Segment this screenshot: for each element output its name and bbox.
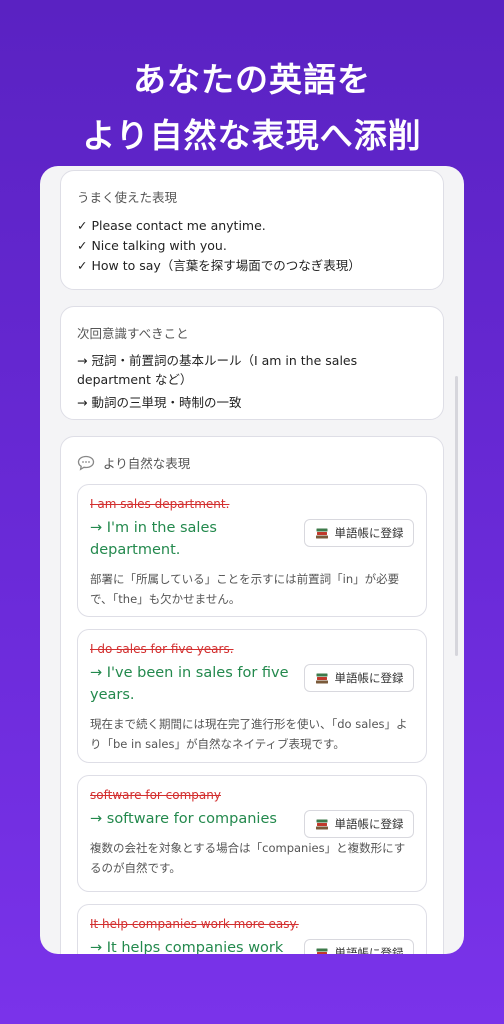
correction-row: → I'm in the sales department. 単語帳に登録	[90, 517, 414, 561]
original-sentence: software for company	[90, 788, 221, 802]
register-vocabulary-button[interactable]: 単語帳に登録	[304, 519, 414, 547]
scrollbar[interactable]	[455, 376, 458, 656]
books-icon	[315, 946, 329, 954]
good-expressions-list: ✓ Please contact me anytime. ✓ Nice talk…	[77, 216, 427, 276]
correction-row: → It helps companies work 単語帳に登録	[90, 937, 414, 954]
correction-explanation: 部署に「所属している」ことを示すには前置詞「in」が必要で、「the」も欠かせま…	[90, 572, 400, 606]
app-screen: うまく使えた表現 ✓ Please contact me anytime. ✓ …	[40, 166, 464, 954]
register-vocabulary-label: 単語帳に登録	[334, 671, 404, 685]
correction-item: software for company → software for comp…	[77, 775, 427, 892]
register-vocabulary-label: 単語帳に登録	[334, 817, 404, 831]
next-focus-list: → 冠詞・前置詞の基本ルール（I am in the sales departm…	[77, 351, 427, 412]
correction-item: It help companies work more easy. → It h…	[77, 904, 427, 954]
corrected-sentence: → It helps companies work	[90, 940, 284, 954]
original-sentence: I do sales for five years.	[90, 642, 234, 656]
correction-item: I do sales for five years. → I've been i…	[77, 629, 427, 763]
next-focus-item: → 動詞の三単現・時制の一致	[77, 395, 242, 410]
next-focus-card: 次回意識すべきこと → 冠詞・前置詞の基本ルール（I am in the sal…	[60, 306, 444, 420]
correction-row: → software for companies 単語帳に登録	[90, 808, 414, 838]
original-sentence: I am sales department.	[90, 497, 230, 511]
books-icon	[315, 671, 329, 685]
correction-row: → I've been in sales for five years. 単語帳…	[90, 662, 414, 706]
natural-expressions-header: より自然な表現	[77, 453, 427, 472]
next-focus-title: 次回意識すべきこと	[77, 326, 189, 341]
good-expressions-card: うまく使えた表現 ✓ Please contact me anytime. ✓ …	[60, 170, 444, 290]
natural-expressions-card: より自然な表現 I am sales department. → I'm in …	[60, 436, 444, 954]
natural-expressions-title: より自然な表現	[103, 456, 191, 471]
good-expressions-title: うまく使えた表現	[77, 190, 178, 205]
original-sentence: It help companies work more easy.	[90, 917, 299, 931]
books-icon	[315, 817, 329, 831]
books-icon	[315, 526, 329, 540]
feedback-scroll-area[interactable]: うまく使えた表現 ✓ Please contact me anytime. ✓ …	[40, 166, 464, 954]
register-vocabulary-button[interactable]: 単語帳に登録	[304, 810, 414, 838]
register-vocabulary-button[interactable]: 単語帳に登録	[304, 939, 414, 954]
good-expression-item: ✓ How to say（言葉を探す場面でのつなぎ表現）	[77, 258, 361, 273]
register-vocabulary-label: 単語帳に登録	[334, 946, 404, 954]
corrected-sentence: → software for companies	[90, 811, 277, 827]
correction-explanation: 現在まで続く期間には現在完了進行形を使い、「do sales」より「be in …	[90, 717, 408, 751]
speech-bubble-icon	[77, 455, 95, 471]
next-focus-item: → 冠詞・前置詞の基本ルール（I am in the sales departm…	[77, 353, 358, 387]
headline-line-1: あなたの英語を	[133, 60, 371, 99]
good-expression-item: ✓ Please contact me anytime.	[77, 218, 266, 233]
register-vocabulary-label: 単語帳に登録	[334, 526, 404, 540]
headline: あなたの英語を より自然な表現へ添削	[0, 52, 504, 164]
corrected-sentence: → I've been in sales for five years.	[90, 665, 289, 703]
correction-explanation: 複数の会社を対象とする場合は「companies」と複数形にするのが自然です。	[90, 841, 406, 875]
corrected-sentence: → I'm in the sales department.	[90, 520, 217, 558]
good-expression-item: ✓ Nice talking with you.	[77, 238, 227, 253]
headline-line-2: より自然な表現へ添削	[82, 116, 422, 155]
register-vocabulary-button[interactable]: 単語帳に登録	[304, 664, 414, 692]
correction-item: I am sales department. → I'm in the sale…	[77, 484, 427, 617]
